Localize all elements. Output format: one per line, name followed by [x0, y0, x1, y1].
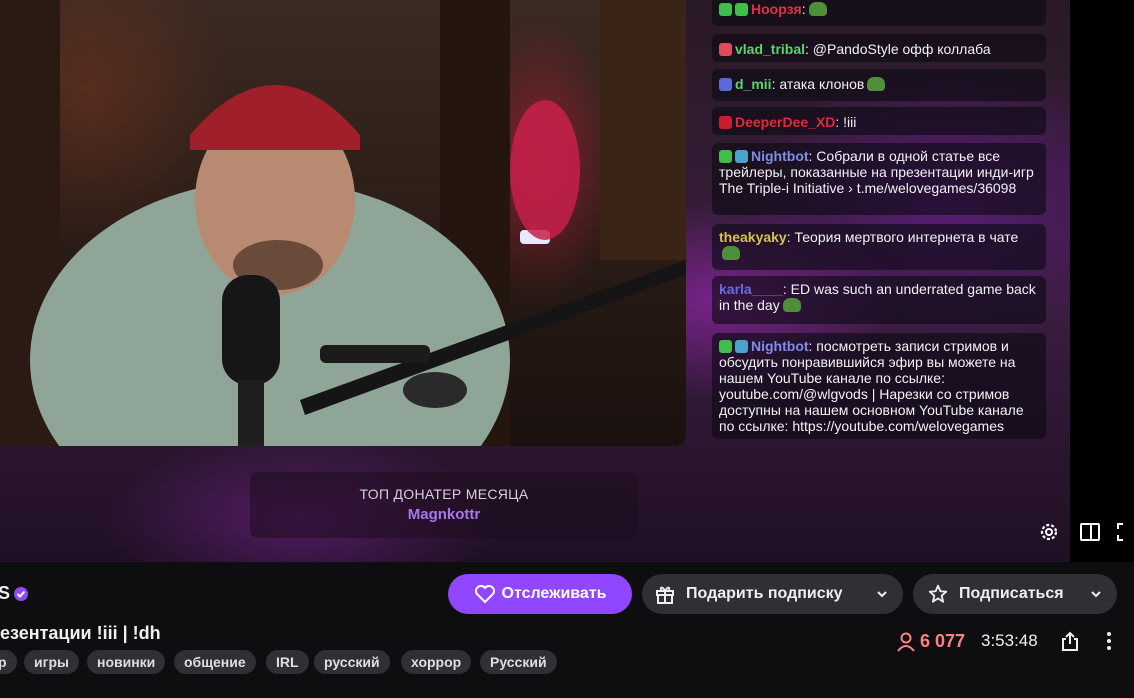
chat-badge-icon[interactable] — [719, 78, 732, 91]
streamer-scene — [0, 0, 686, 446]
chat-text: : @PandoStyle офф коллаба — [805, 41, 991, 57]
chat-badge-icon[interactable] — [735, 3, 748, 16]
chat-message: karla____: ED was such an underrated gam… — [712, 276, 1046, 324]
chat-message: DeeperDee_XD: !iii — [712, 107, 1046, 135]
chevron-down-icon — [877, 591, 887, 598]
tag-chip[interactable]: Русский — [480, 650, 557, 674]
chat-badge-icon[interactable] — [719, 150, 732, 163]
fullscreen-icon[interactable] — [1114, 520, 1134, 544]
tag-chip[interactable]: русский — [314, 650, 390, 674]
chat-username[interactable]: d_mii — [735, 76, 772, 92]
webcam-feed — [0, 0, 686, 446]
chevron-down-icon — [1091, 591, 1101, 598]
pepe-emote-icon — [722, 246, 740, 260]
chat-badge-icon[interactable] — [719, 3, 732, 16]
chat-message: Nightbot: Собрали в одной статье все тре… — [712, 143, 1046, 215]
chat-username[interactable]: karla____ — [719, 281, 783, 297]
chat-message: d_mii: атака клонов — [712, 69, 1046, 101]
chat-message: theakyaky: Теория мертвого интернета в ч… — [712, 224, 1046, 270]
channel-name[interactable]: S — [0, 583, 10, 604]
top-donater-overlay: ТОП ДОНАТЕР МЕСЯЦА Magnkottr — [250, 472, 638, 538]
chat-username[interactable]: DeeperDee_XD — [735, 114, 835, 130]
donater-label: ТОП ДОНАТЕР МЕСЯЦА — [359, 486, 529, 502]
viewer-count: 6 077 — [920, 631, 966, 651]
chat-username[interactable]: theakyaky — [719, 229, 787, 245]
tag-chip[interactable]: игры — [24, 650, 79, 674]
player-side-strip — [1070, 0, 1134, 562]
star-icon — [928, 584, 948, 603]
pepe-emote-icon — [867, 77, 886, 91]
verified-badge-icon — [14, 587, 28, 601]
follow-label: Отслеживать — [501, 585, 607, 602]
gift-sub-label: Подарить подписку — [686, 585, 843, 602]
subscribe-label: Подписаться — [959, 585, 1064, 602]
chat-username[interactable]: vlad_tribal — [735, 41, 805, 57]
share-icon[interactable] — [1059, 630, 1081, 652]
more-options-icon[interactable] — [1098, 630, 1120, 652]
chat-text: : !iii — [835, 114, 857, 130]
chat-username[interactable]: Ноорзя — [751, 1, 802, 17]
chat-badge-icon[interactable] — [735, 150, 748, 163]
chat-badge-icon[interactable] — [719, 116, 732, 129]
chat-username[interactable]: Nightbot — [751, 338, 809, 354]
chat-username[interactable]: Nightbot — [751, 148, 809, 164]
gear-icon[interactable] — [1037, 520, 1061, 544]
tag-chip[interactable]: новинки — [87, 650, 166, 674]
pepe-emote-icon — [782, 298, 801, 312]
chat-text: : атака клонов — [771, 76, 865, 92]
chat-text: : — [801, 1, 806, 17]
stream-title: езентации !iii | !dh — [0, 623, 161, 643]
follow-button[interactable]: Отслеживать — [448, 574, 632, 614]
chat-badge-icon[interactable] — [735, 340, 748, 353]
chat-badge-icon[interactable] — [719, 340, 732, 353]
pepe-emote-icon — [808, 2, 827, 16]
chat-message: Ноорзя: — [712, 0, 1046, 26]
tag-chip[interactable]: хоррор — [401, 650, 472, 674]
subscribe-button[interactable]: Подписаться — [913, 574, 1117, 614]
chat-badge-icon[interactable] — [719, 43, 732, 56]
tag-chip[interactable]: IRL — [266, 650, 309, 674]
viewer-person-icon — [897, 632, 915, 652]
chat-message: vlad_tribal: @PandoStyle офф коллаба — [712, 34, 1046, 62]
chat-text: : Теория мертвого интернета в чате — [786, 229, 1019, 245]
gift-icon — [656, 586, 674, 604]
channel-info-bar: S езентации !iii | !dh Отслеживать Подар… — [0, 562, 1134, 698]
tag-chip[interactable]: общение — [174, 650, 256, 674]
sidebar-toggle-icon[interactable] — [1078, 520, 1102, 544]
donater-name: Magnkottr — [407, 506, 481, 523]
stream-uptime: 3:53:48 — [981, 631, 1038, 650]
heart-icon — [474, 585, 495, 604]
video-player[interactable]: ТОП ДОНАТЕР МЕСЯЦА Magnkottr Ноорзя: vlad… — [0, 0, 1134, 562]
chat-message: Nightbot: посмотреть записи стримов и об… — [712, 333, 1046, 439]
gift-sub-button[interactable]: Подарить подписку — [642, 574, 903, 614]
